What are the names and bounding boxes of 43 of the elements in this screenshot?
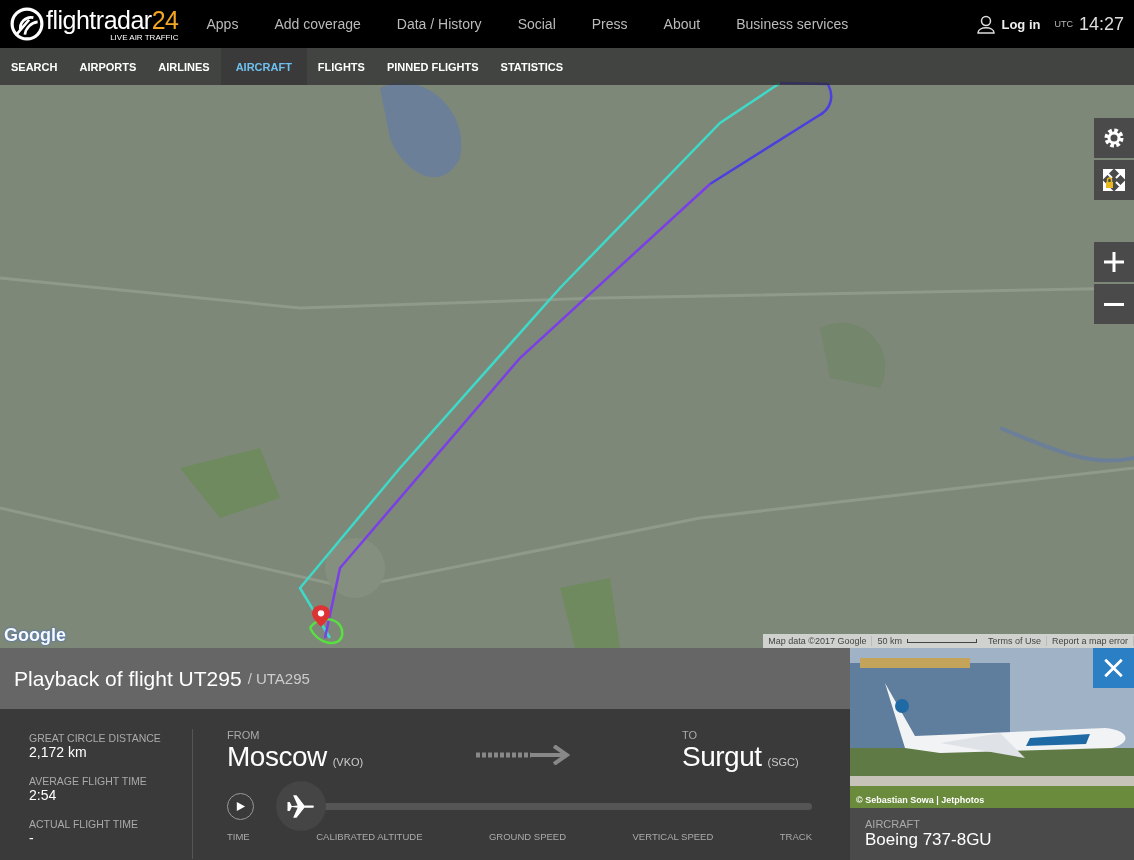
flight-callsign: / UTA295 [247, 670, 310, 687]
utc-label: UTC [1054, 19, 1073, 29]
stat-value: 2,172 km [29, 744, 88, 760]
stat-value: 2:54 [29, 787, 58, 803]
column-heading: CALIBRATED ALTITUDE [316, 831, 423, 842]
close-button[interactable] [1093, 648, 1134, 688]
photo-credit: © Sebastian Sowa | Jetphotos [856, 795, 985, 805]
nav-link[interactable]: About [645, 16, 719, 32]
nav-link[interactable]: Add coverage [256, 16, 379, 32]
play-icon [235, 800, 246, 812]
city-name: Moscow [227, 741, 327, 772]
aircraft-model: Boeing 737-8GU [865, 830, 993, 850]
city-name: Surgut [682, 741, 762, 772]
airport-code: (VKO) [332, 756, 364, 768]
airplane-icon [286, 792, 316, 820]
airport-code: (SGC) [767, 756, 799, 768]
nav-link[interactable]: Business services [718, 16, 867, 32]
nav-link[interactable]: Social [499, 16, 574, 32]
clock-time: 14:27 [1078, 13, 1124, 35]
aircraft-label: AIRCRAFT [865, 818, 921, 830]
playback-slider[interactable] [276, 781, 812, 831]
logo-icon[interactable] [10, 7, 44, 41]
stat-label: GREAT CIRCLE DISTANCE [29, 732, 162, 744]
login-link[interactable]: Log in [1001, 16, 1041, 32]
column-heading: GROUND SPEED [488, 831, 567, 842]
column-heading: VERTICAL SPEED [632, 831, 714, 842]
logo-wordmark[interactable]: flightradar24 [46, 6, 179, 33]
playback-handle[interactable] [276, 781, 326, 831]
flight-title: Playback of flight UT295 [14, 666, 242, 691]
user-icon[interactable] [977, 14, 996, 34]
route-label: TO [682, 729, 699, 741]
route-arrow-icon [475, 745, 570, 765]
logo-tagline: LIVE AIR TRAFFIC [110, 32, 179, 42]
column-heading: TRACK [779, 831, 812, 842]
nav-link[interactable]: Press [573, 16, 646, 32]
stat-label: ACTUAL FLIGHT TIME [29, 818, 139, 830]
close-icon [1102, 657, 1125, 679]
stat-label: AVERAGE FLIGHT TIME [29, 775, 148, 787]
column-heading: TIME [227, 831, 250, 842]
route-label: FROM [227, 729, 261, 741]
nav-link[interactable]: Apps [194, 16, 257, 32]
nav-link[interactable]: Data / History [378, 16, 500, 32]
stat-value: - [29, 830, 35, 846]
